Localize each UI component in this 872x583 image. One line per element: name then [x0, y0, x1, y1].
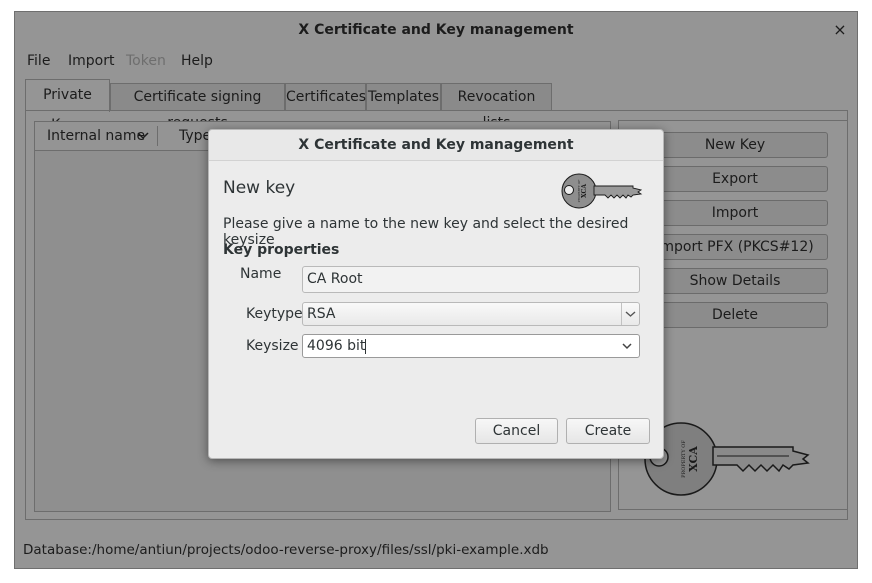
show-details-button[interactable]: Show Details: [642, 268, 828, 294]
key-illustration-icon: XCA PROPERTY OF: [644, 422, 810, 496]
dialog-heading: New key: [223, 178, 296, 198]
new-key-dialog: X Certificate and Key management New key…: [208, 129, 664, 459]
menu-import[interactable]: Import: [68, 52, 114, 70]
menu-bar: File Import Token Help: [15, 48, 857, 74]
svg-text:PROPERTY OF: PROPERTY OF: [577, 180, 581, 203]
show-details-label: Show Details: [689, 273, 781, 289]
name-input[interactable]: CA Root: [302, 266, 640, 293]
column-header-type[interactable]: Type: [179, 122, 211, 150]
title-bar: X Certificate and Key management ×: [15, 12, 857, 48]
tab-templates[interactable]: Templates: [366, 83, 441, 111]
menu-import-label: Import: [68, 53, 115, 69]
import-pfx-label: Import PFX (PKCS#12): [656, 239, 814, 255]
new-key-label: New Key: [704, 137, 766, 153]
delete-button[interactable]: Delete: [642, 302, 828, 328]
cancel-label: Cancel: [492, 423, 541, 439]
keytype-select[interactable]: RSA: [302, 302, 640, 326]
keysize-chevron-down-icon[interactable]: [615, 335, 639, 357]
keysize-combobox-value: 4096 bit: [307, 338, 366, 354]
menu-file-label: File: [27, 53, 51, 69]
tab-certificate-signing-requests[interactable]: Certificate signing requests: [110, 83, 285, 131]
create-button[interactable]: Create: [566, 418, 650, 444]
column-divider: [157, 126, 158, 146]
name-label: Name: [240, 266, 282, 282]
menu-token-label: Token: [126, 53, 166, 69]
dialog-title: X Certificate and Key management: [298, 137, 574, 153]
svg-text:PROPERTY OF: PROPERTY OF: [681, 440, 687, 478]
key-properties-label: Key properties: [223, 242, 340, 258]
text-cursor: [365, 338, 367, 354]
keytype-label: Keytype: [246, 306, 303, 322]
delete-label: Delete: [712, 307, 758, 323]
svg-text:XCA: XCA: [687, 446, 700, 472]
close-icon[interactable]: ×: [827, 12, 853, 48]
keytype-chevron-down-icon: [621, 303, 639, 325]
menu-help[interactable]: Help: [181, 52, 213, 70]
name-input-value: CA Root: [307, 271, 363, 287]
status-bar: Database:/home/antiun/projects/odoo-reve…: [23, 542, 549, 558]
tab-certificates[interactable]: Certificates: [285, 83, 366, 111]
keytype-select-value: RSA: [307, 306, 336, 322]
cancel-button[interactable]: Cancel: [475, 418, 558, 444]
svg-text:XCA: XCA: [581, 184, 588, 198]
column-header-internal-name[interactable]: Internal name: [47, 122, 145, 150]
menu-file[interactable]: File: [27, 52, 50, 70]
create-label: Create: [584, 423, 632, 439]
import-label: Import: [711, 205, 759, 221]
menu-token: Token: [126, 52, 166, 70]
tab-private-keys[interactable]: Private Keys: [25, 79, 110, 133]
new-key-button[interactable]: New Key: [642, 132, 828, 158]
dialog-title-bar: X Certificate and Key management: [209, 130, 663, 161]
import-pfx-button[interactable]: Import PFX (PKCS#12): [642, 234, 828, 260]
key-icon: XCA PROPERTY OF: [561, 173, 643, 209]
window-title: X Certificate and Key management: [298, 22, 574, 38]
tab-revocation-lists[interactable]: Revocation lists: [441, 83, 552, 131]
import-button[interactable]: Import: [642, 200, 828, 226]
keysize-label: Keysize: [246, 338, 299, 354]
sort-chevron-down-icon: [137, 132, 149, 140]
menu-help-label: Help: [181, 53, 213, 69]
export-label: Export: [712, 171, 758, 187]
keysize-combobox[interactable]: 4096 bit: [302, 334, 640, 358]
export-button[interactable]: Export: [642, 166, 828, 192]
